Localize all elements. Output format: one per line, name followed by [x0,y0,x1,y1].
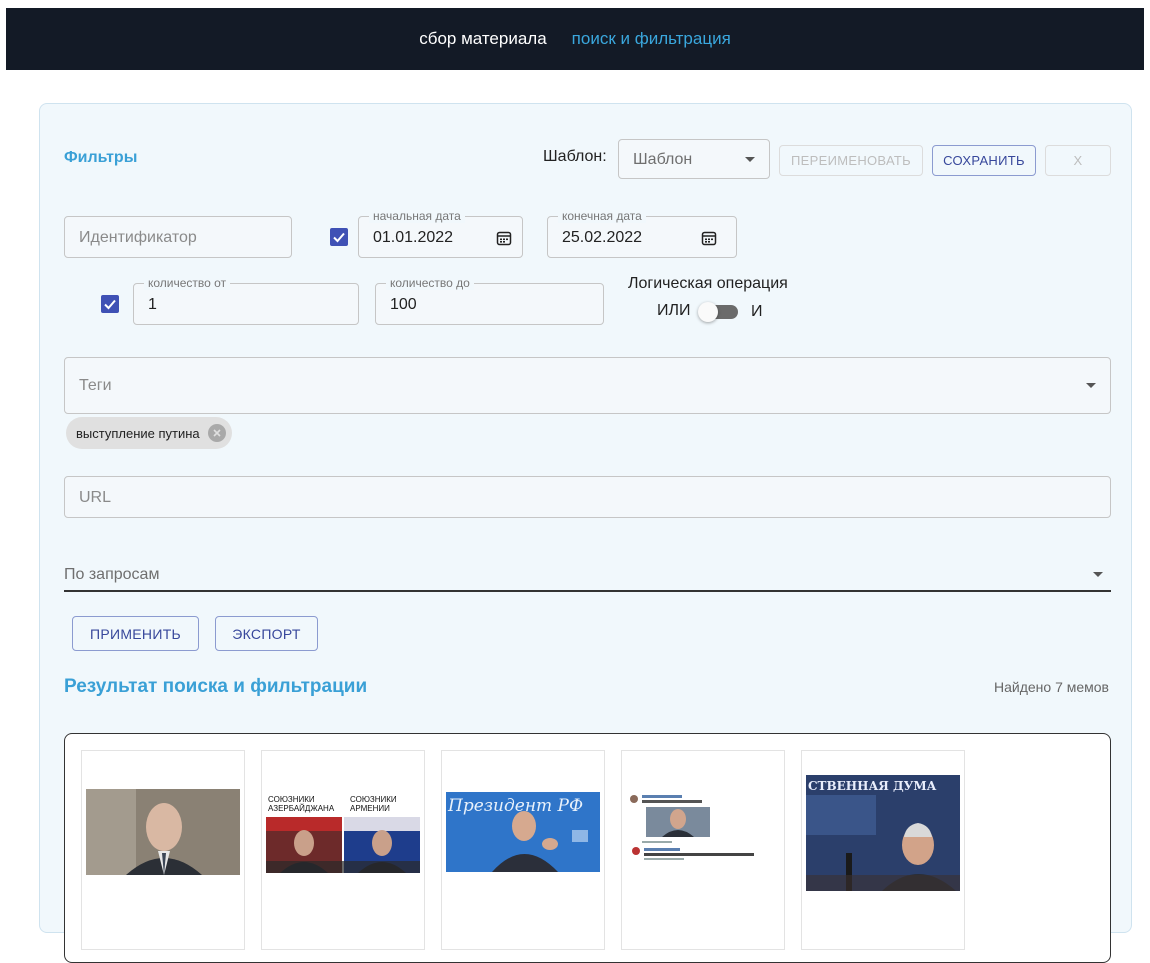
queries-select[interactable]: По запросам [64,556,1111,592]
nav-search-filter[interactable]: поиск и фильтрация [572,29,731,49]
date-filter-checkbox[interactable] [330,228,348,246]
filters-panel: Фильтры Шаблон: Шаблон ПЕРЕИМЕНОВАТЬ СОХ… [39,103,1132,963]
chevron-down-icon [1093,572,1103,577]
top-navbar: сбор материала поиск и фильтрация [6,8,1144,70]
export-button[interactable]: ЭКСПОРТ [215,616,318,651]
queries-placeholder: По запросам [64,566,160,583]
template-select[interactable]: Шаблон [618,139,770,179]
start-date-field[interactable]: начальная дата 01.01.2022 [358,209,523,258]
meme-image: СОЮЗНИКИ АЗЕРБАЙДЖАНА СОЮЗНИКИ АРМЕНИИ [266,793,420,873]
count-filter-checkbox[interactable] [101,295,119,313]
meme-card[interactable]: СТВЕННАЯ ДУМА [801,750,965,950]
meme-image [86,789,240,875]
apply-button[interactable]: ПРИМЕНИТЬ [72,616,199,651]
check-icon [333,232,345,243]
meme-card[interactable] [621,750,785,950]
calendar-icon[interactable] [701,230,717,246]
logic-or-label: ИЛИ [657,302,691,319]
meme-caption-left: СОЮЗНИКИ АЗЕРБАЙДЖАНА [268,795,335,813]
rename-button[interactable]: ПЕРЕИМЕНОВАТЬ [779,145,923,176]
end-date-label: конечная дата [558,209,646,223]
results-grid: СОЮЗНИКИ АЗЕРБАЙДЖАНА СОЮЗНИКИ АРМЕНИИ П… [64,733,1111,963]
results-count: Найдено 7 мемов [993,679,1109,695]
chevron-down-icon [745,157,755,162]
start-date-value: 01.01.2022 [373,229,454,246]
remove-chip-icon[interactable] [207,424,226,442]
nav-collect-material[interactable]: сбор материала [419,29,546,49]
count-from-label: количество от [144,276,231,290]
logic-and-label: И [751,303,763,320]
tag-chip-label: выступление путина [76,425,200,441]
tags-placeholder: Теги [79,377,112,394]
check-icon [104,299,116,310]
calendar-icon[interactable] [496,230,512,246]
logic-toggle[interactable] [698,300,742,324]
count-from-value: 1 [148,296,157,313]
url-placeholder: URL [79,489,112,506]
count-to-field[interactable]: количество до 100 [375,276,604,325]
filters-title: Фильтры [64,149,138,166]
tags-select[interactable]: Теги [64,357,1111,414]
template-label: Шаблон: [543,148,607,165]
meme-card[interactable]: Президент РФ [441,750,605,950]
meme-card[interactable]: СОЮЗНИКИ АЗЕРБАЙДЖАНА СОЮЗНИКИ АРМЕНИИ [261,750,425,950]
end-date-value: 25.02.2022 [562,229,643,246]
meme-caption-right: СОЮЗНИКИ АРМЕНИИ [350,795,397,813]
toggle-knob [698,302,718,322]
meme-card[interactable] [81,750,245,950]
meme-image [626,791,780,877]
identifier-placeholder: Идентификатор [79,229,197,246]
meme-image: Президент РФ [446,792,600,872]
end-date-field[interactable]: конечная дата 25.02.2022 [547,209,737,258]
count-to-label: количество до [386,276,474,290]
chevron-down-icon [1086,383,1096,388]
count-from-field[interactable]: количество от 1 [133,276,359,325]
results-title: Результат поиска и фильтрации [64,676,368,697]
meme-image: СТВЕННАЯ ДУМА [806,775,960,891]
template-select-value: Шаблон [633,151,693,168]
logic-operation-title: Логическая операция [628,275,788,292]
close-button[interactable]: X [1045,145,1111,176]
url-input[interactable]: URL [64,476,1111,518]
count-to-value: 100 [390,296,417,313]
start-date-label: начальная дата [369,209,465,223]
identifier-input[interactable]: Идентификатор [64,216,292,258]
save-button[interactable]: СОХРАНИТЬ [932,145,1036,176]
tag-chip[interactable]: выступление путина [66,417,232,449]
